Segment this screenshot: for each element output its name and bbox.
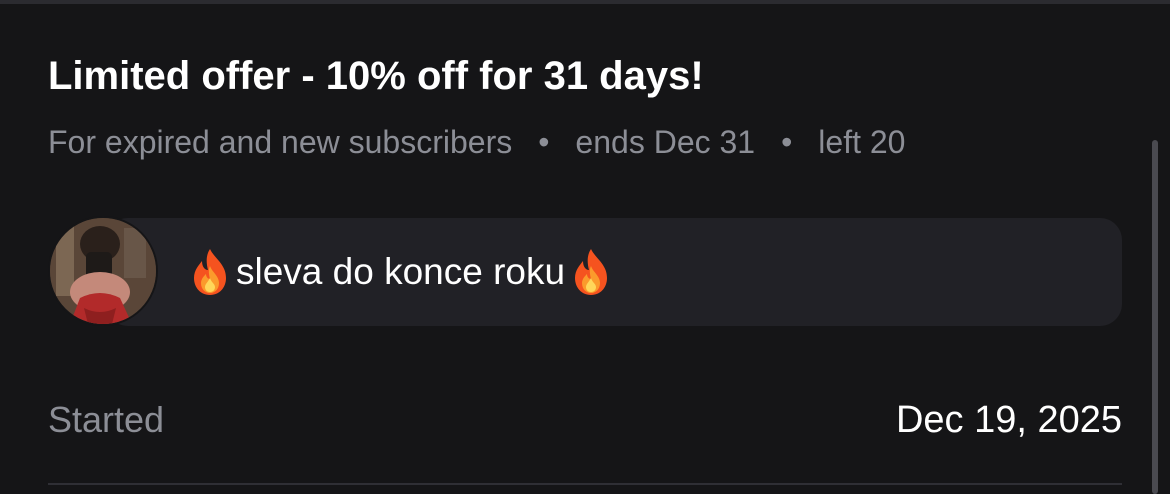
top-divider: [0, 0, 1170, 4]
fire-icon: [184, 246, 236, 298]
avatar-photo: [50, 218, 156, 324]
bottom-divider: [48, 483, 1122, 485]
avatar[interactable]: [48, 216, 158, 326]
started-date: Dec 19, 2025: [895, 399, 1122, 441]
offer-audience: For expired and new subscribers: [48, 124, 513, 160]
separator-dot: •: [538, 124, 550, 160]
offer-end-date: ends Dec 31: [575, 124, 756, 160]
offer-meta: For expired and new subscribers • ends Dec…: [48, 122, 905, 162]
fire-icon: [565, 246, 617, 298]
offer-remaining-count: left 20: [818, 124, 906, 160]
message-content: sleva do konce roku: [184, 246, 617, 298]
offer-title: Limited offer - 10% off for 31 days!: [48, 54, 704, 98]
separator-dot: •: [781, 124, 793, 160]
message-text: sleva do konce roku: [236, 251, 566, 292]
offer-message: sleva do konce roku: [48, 216, 1122, 326]
scrollbar[interactable]: [1152, 140, 1158, 494]
started-label: Started: [48, 399, 165, 440]
